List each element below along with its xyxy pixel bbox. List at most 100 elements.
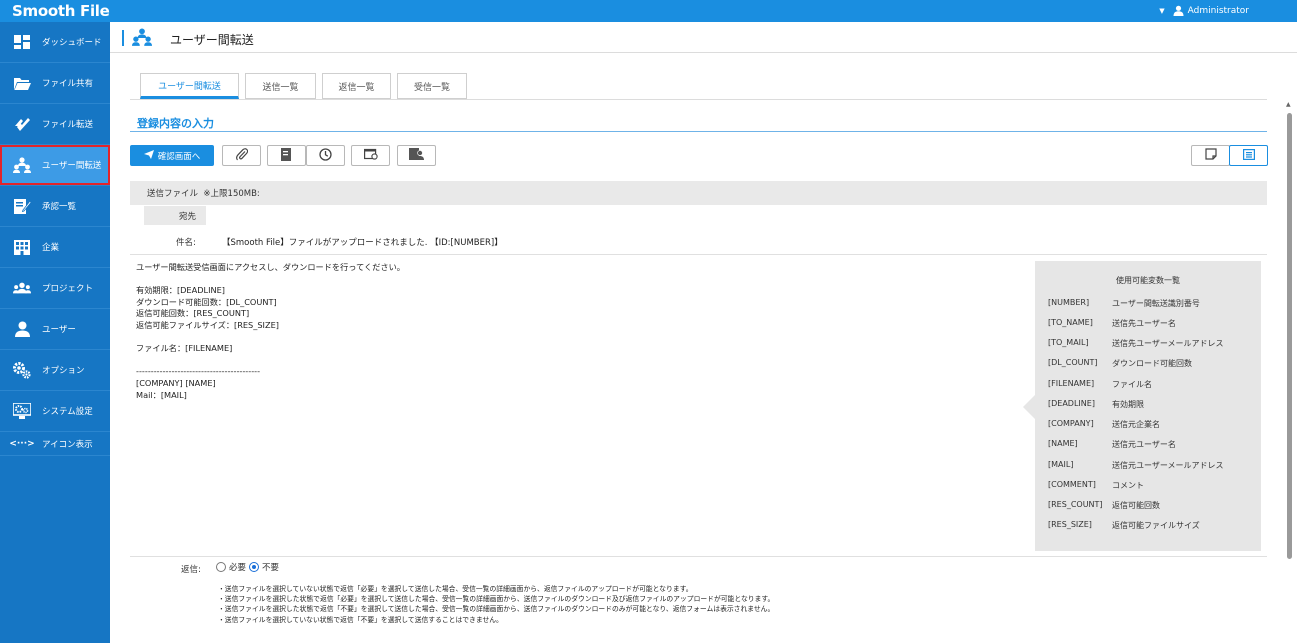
user-transfer-icon [132,28,152,50]
send-file-row: 送信ファイル ※上限150MB: [130,181,1267,205]
dashboard-icon [13,33,31,51]
variable-row: [NAME] 送信元ユーザー名 [1048,439,1176,449]
user-transfer-icon [13,156,31,174]
chevron-down-icon: ▼ [1159,6,1165,15]
sidebar-item-company[interactable]: 企業 [0,227,110,268]
variable-row: [MAIL] 送信元ユーザーメールアドレス [1048,460,1224,470]
sidebar-item-label: ユーザー [42,325,76,335]
user-select-button[interactable] [397,145,436,166]
options-icon [13,361,31,379]
sidebar: ダッシュボード ファイル共有 ファイル転送 ユーザー間転送 承認一覧 企業 プロ… [0,22,110,643]
sidebar-item-label: 承認一覧 [42,202,77,212]
user-avatar-icon [1173,5,1184,16]
user-icon [13,320,31,338]
note-line: ・送信ファイルを選択した状態で返信「必要」を選択して送信した場合、受信一覧の詳細… [218,595,775,604]
variable-row: [COMMENT] コメント [1048,480,1144,490]
sidebar-item-label: システム設定 [42,407,93,417]
variable-row: [TO_NAME] 送信先ユーザー名 [1048,318,1176,328]
variable-row: [COMPANY] 送信元企業名 [1048,419,1160,429]
tab-sent-list[interactable]: 送信一覧 [245,73,316,99]
user-menu[interactable]: ▼ Administrator [1159,5,1249,16]
tabs-divider [130,99,1267,100]
reply-required-label[interactable]: 必要 [229,561,246,573]
tab-reply-list[interactable]: 返信一覧 [322,73,391,99]
form-divider [130,556,1267,557]
project-icon [13,279,31,297]
tab-received-list[interactable]: 受信一覧 [397,73,467,99]
variable-row: [RES_SIZE] 返信可能ファイルサイズ [1048,520,1200,530]
company-icon [13,238,31,256]
address-book-icon [281,147,292,164]
approval-icon [13,197,31,215]
sidebar-item-label: ダッシュボード [42,38,102,48]
variable-row: [DL_COUNT] ダウンロード可能回数 [1048,358,1192,368]
clock-icon [319,147,332,164]
sidebar-item-options[interactable]: オプション [0,350,110,391]
subject-field[interactable]: 【Smooth File】ファイルがアップロードされました. 【ID:[NUMB… [222,236,503,248]
tab-bar: ユーザー間転送 送信一覧 返信一覧 受信一覧 [140,73,467,99]
send-icon [143,149,154,162]
variables-panel: 使用可能変数一覧 [NUMBER] ユーザー間転送識別番号 [TO_NAME] 送信… [1023,261,1261,551]
sidebar-item-project[interactable]: プロジェクト [0,268,110,309]
memo-icon [1204,148,1217,163]
paperclip-icon [235,147,248,164]
variable-row: [TO_MAIL] 送信先ユーザーメールアドレス [1048,338,1224,348]
folder-icon [13,74,31,92]
list-view-button[interactable] [1229,145,1268,166]
reply-label: 返信: [181,565,201,575]
sidebar-item-label: オプション [42,366,85,376]
note-line: ・送信ファイルを選択していない状態で返信「必要」を選択して送信した場合、受信一覧… [218,585,693,593]
variable-row: [FILENAME] ファイル名 [1048,379,1152,389]
reply-not-required-radio[interactable] [249,562,260,572]
page-title: ユーザー間転送 [170,33,254,47]
variables-title: 使用可能変数一覧 [1116,276,1180,285]
user-card-icon [409,148,424,163]
system-settings-icon [13,402,31,420]
sidebar-item-file-transfer[interactable]: ファイル転送 [0,104,110,145]
calendar-settings-icon [363,148,378,163]
sidebar-item-label: 企業 [42,243,60,253]
section-divider [130,131,1267,132]
list-icon [1242,148,1255,163]
confirm-button-label: 確認画面へ [157,151,201,162]
variable-row: [NUMBER] ユーザー間転送識別番号 [1048,298,1200,308]
sidebar-item-label: プロジェクト [42,284,94,294]
sidebar-item-user[interactable]: ユーザー [0,309,110,350]
note-line: ・送信ファイルを選択した状態で返信「不要」を選択して送信した場合、受信一覧の詳細… [218,605,775,614]
scroll-up-arrow-icon[interactable]: ▲ [1286,101,1291,108]
subject-label: 件名: [176,238,196,248]
send-file-label: 送信ファイル ※上限150MB: [147,189,260,199]
sidebar-item-file-share[interactable]: ファイル共有 [0,63,110,104]
sidebar-item-system-settings[interactable]: システム設定 [0,391,110,432]
tab-user-transfer[interactable]: ユーザー間転送 [140,73,239,99]
variable-row: [RES_COUNT] 返信可能回数 [1048,500,1160,510]
sidebar-item-dashboard[interactable]: ダッシュボード [0,22,110,63]
variable-row: [DEADLINE] 有効期限 [1048,399,1144,409]
send-file-note: ※上限150MB: [203,189,260,199]
sidebar-item-label: アイコン表示 [42,439,93,450]
expand-collapse-icon: <···> [9,438,35,449]
sidebar-item-label: ファイル転送 [42,120,94,130]
sidebar-item-label: ファイル共有 [42,79,94,89]
scrollbar-thumb[interactable] [1287,113,1292,559]
history-button[interactable] [306,145,345,166]
user-name: Administrator [1187,5,1249,16]
sidebar-item-approval-list[interactable]: 承認一覧 [0,186,110,227]
transfer-icon [13,115,31,133]
subject-row: 件名: 【Smooth File】ファイルがアップロードされました. 【ID:[… [130,230,1267,255]
confirm-button[interactable]: 確認画面へ [130,145,214,166]
schedule-settings-button[interactable] [351,145,390,166]
reply-not-required-label[interactable]: 不要 [262,561,279,573]
memo-button[interactable] [1191,145,1230,166]
address-book-button[interactable] [267,145,306,166]
app-logo[interactable]: Smooth File [12,2,110,20]
note-line: ・送信ファイルを選択していない状態で返信「不要」を選択して送信することはできませ… [218,615,503,624]
top-bar: Smooth File ▼ Administrator [0,0,1297,22]
reply-required-radio[interactable] [216,562,226,572]
destination-label: 宛先 [144,206,206,225]
message-body-textarea[interactable]: ユーザー間転送受信画面にアクセスし、ダウンロードを行ってください。 有効期限：[… [136,262,405,401]
sidebar-item-user-transfer[interactable]: ユーザー間転送 [0,145,110,186]
sidebar-toggle-icon-view[interactable]: <···> アイコン表示 [0,432,110,456]
attach-file-button[interactable] [222,145,261,166]
reply-radio-group: 必要 不要 [216,561,279,573]
